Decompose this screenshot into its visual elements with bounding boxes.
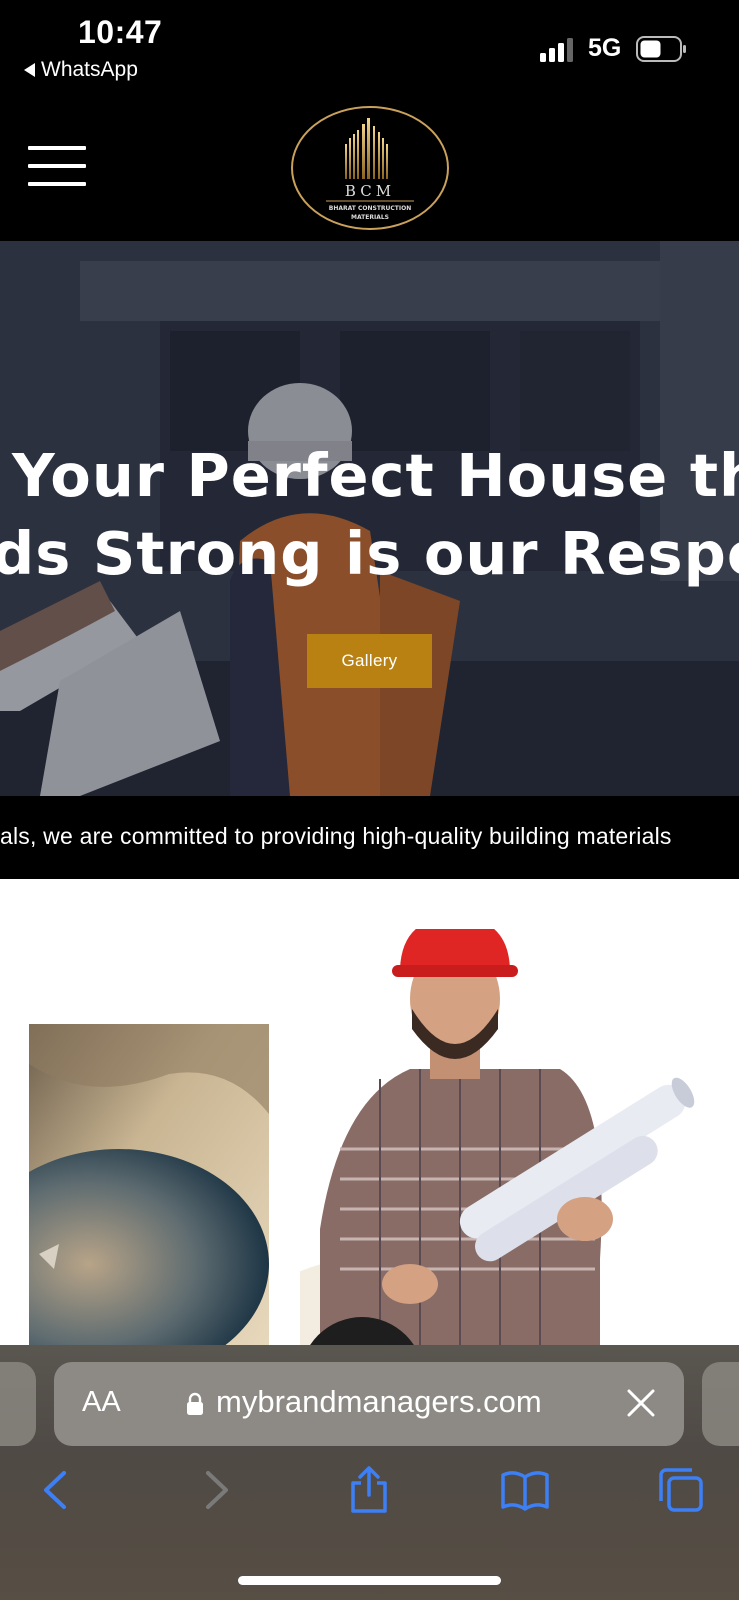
signal-icon bbox=[540, 38, 573, 62]
engineer-photo bbox=[300, 929, 695, 1345]
browser-toolbar: AA mybrandmanagers.com bbox=[0, 1345, 739, 1600]
materials-photo bbox=[29, 1024, 269, 1345]
hero-title-line1: Your Perfect House that bbox=[12, 441, 739, 510]
logo-initials: BCM bbox=[345, 182, 395, 200]
bookmarks-icon[interactable] bbox=[500, 1465, 550, 1515]
text-size-label: AA bbox=[82, 1386, 121, 1418]
status-time: 10:47 bbox=[78, 14, 163, 50]
next-tab-preview[interactable] bbox=[702, 1362, 739, 1446]
address-bar[interactable]: AA mybrandmanagers.com bbox=[54, 1362, 684, 1446]
gallery-button[interactable]: Gallery bbox=[307, 634, 432, 688]
close-icon[interactable] bbox=[626, 1388, 656, 1418]
back-to-app-link[interactable]: WhatsApp bbox=[24, 58, 138, 82]
browser-nav-bar bbox=[0, 1465, 739, 1525]
network-label: 5G bbox=[588, 34, 622, 62]
site-header: BCM BHARAT CONSTRUCTION MATERIALS bbox=[0, 100, 739, 241]
tabs-icon[interactable] bbox=[656, 1465, 706, 1515]
about-section bbox=[0, 879, 739, 1345]
logo-line2: MATERIALS bbox=[351, 214, 389, 221]
hero-title-line2: ds Strong is our Responsi bbox=[0, 519, 739, 588]
logo-line1: BHARAT CONSTRUCTION bbox=[329, 205, 412, 212]
battery-icon bbox=[636, 36, 686, 62]
forward-icon[interactable] bbox=[190, 1465, 240, 1515]
marquee-text: als, we are committed to providing high-… bbox=[0, 823, 672, 849]
menu-hamburger-button[interactable] bbox=[28, 146, 86, 186]
home-indicator[interactable] bbox=[238, 1576, 501, 1585]
share-icon[interactable] bbox=[344, 1465, 394, 1515]
text-size-button[interactable]: AA bbox=[82, 1386, 121, 1419]
back-app-label: WhatsApp bbox=[41, 58, 138, 81]
bcm-logo[interactable]: BCM BHARAT CONSTRUCTION MATERIALS bbox=[290, 104, 450, 232]
previous-tab-preview[interactable] bbox=[0, 1362, 36, 1446]
status-bar: 10:47 WhatsApp 5G bbox=[0, 0, 739, 100]
back-icon[interactable] bbox=[32, 1465, 82, 1515]
url-text: mybrandmanagers.com bbox=[216, 1384, 542, 1419]
lock-icon bbox=[187, 1392, 203, 1415]
marquee-banner: als, we are committed to providing high-… bbox=[0, 796, 739, 879]
hero-section: Your Perfect House that ds Strong is our… bbox=[0, 241, 739, 796]
back-arrow-icon bbox=[24, 63, 35, 77]
